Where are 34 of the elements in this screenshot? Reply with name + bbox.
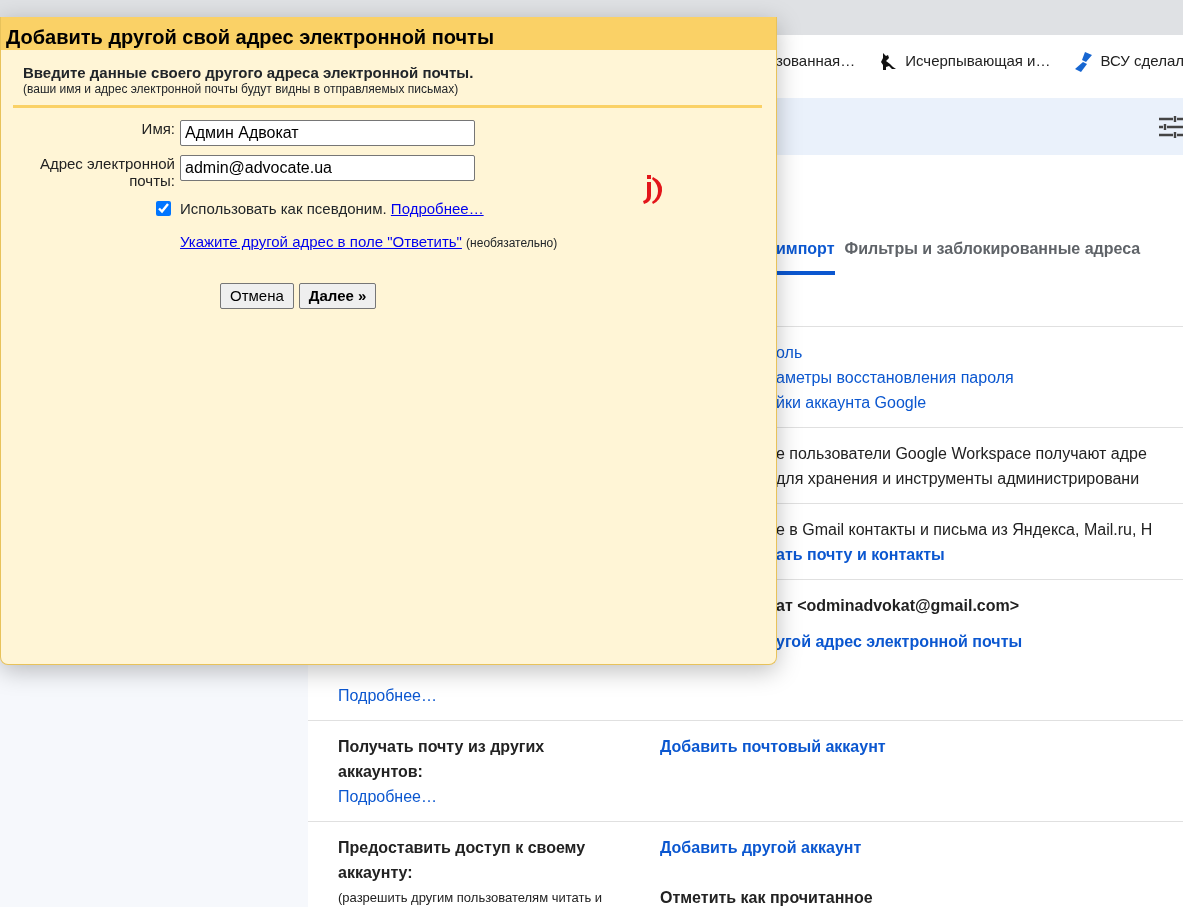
link[interactable]: Добавить другой аккаунт	[660, 835, 1183, 860]
next-button[interactable]: Далее »	[298, 283, 377, 309]
field-label: Адрес электронной почты:	[38, 155, 175, 189]
instruction-text: Введите данные своего другого адреса электронной почты.	[22, 63, 475, 82]
link[interactable]: Подробнее…	[390, 200, 484, 217]
text: для хранения и инструменты администрировани	[776, 469, 1141, 489]
bookmark-link[interactable]: ВСУ сделал	[1100, 50, 1183, 73]
field-label: Имя:	[140, 120, 175, 137]
input-field[interactable]: Админ Адвокат	[180, 120, 475, 146]
link[interactable]: ать почту и контакты	[776, 542, 1183, 567]
section-heading: Предоставить доступ к своему аккаунту:	[338, 838, 587, 883]
text: ат <odminadvokat@gmail.com>	[776, 596, 1021, 616]
note-text: (разрешить другим пользователям читать и	[338, 889, 604, 907]
cancel-button[interactable]: Отмена	[220, 283, 294, 309]
link[interactable]: Подробнее…	[338, 784, 660, 809]
link[interactable]: Укажите другой адрес в поле "Ответить"	[180, 232, 462, 250]
checkbox-label: Использовать как псевдоним. Подробнее…	[180, 199, 484, 219]
settings-tab[interactable]: Фильтры и заблокированные адреса	[844, 237, 1141, 275]
text: е в Gmail контакты и письма из Яндекса, Mail.ru, Н	[776, 520, 1154, 540]
link[interactable]: Подробнее…	[338, 683, 660, 708]
link[interactable]: оль	[776, 340, 1183, 365]
link[interactable]: йки аккаунта Google	[776, 390, 1183, 415]
hint-text: (ваши имя и адрес электронной почты будут видны в отправляемых письмах)	[22, 82, 460, 96]
dialog-title: Добавить другой свой адрес электронной почты	[1, 17, 776, 50]
link[interactable]: угой адрес электронной почты	[776, 629, 1183, 654]
reply-to-text: Укажите другой адрес в поле "Ответить" (необязательно)	[180, 231, 559, 252]
text: е пользователи Google Workspace получают адре	[776, 444, 1148, 464]
bookmark-link[interactable]: зованная…	[776, 50, 856, 73]
text: Отметить как прочитанное	[660, 888, 874, 907]
bookmark-link[interactable]: Исчерпывающая и…	[905, 50, 1051, 73]
section-heading: Получать почту из других аккаунтов:	[338, 737, 546, 782]
input-field[interactable]: admin@advocate.ua	[180, 155, 475, 181]
link[interactable]: аметры восстановления пароля	[776, 365, 1183, 390]
link[interactable]: Добавить почтовый аккаунт	[660, 734, 1183, 759]
